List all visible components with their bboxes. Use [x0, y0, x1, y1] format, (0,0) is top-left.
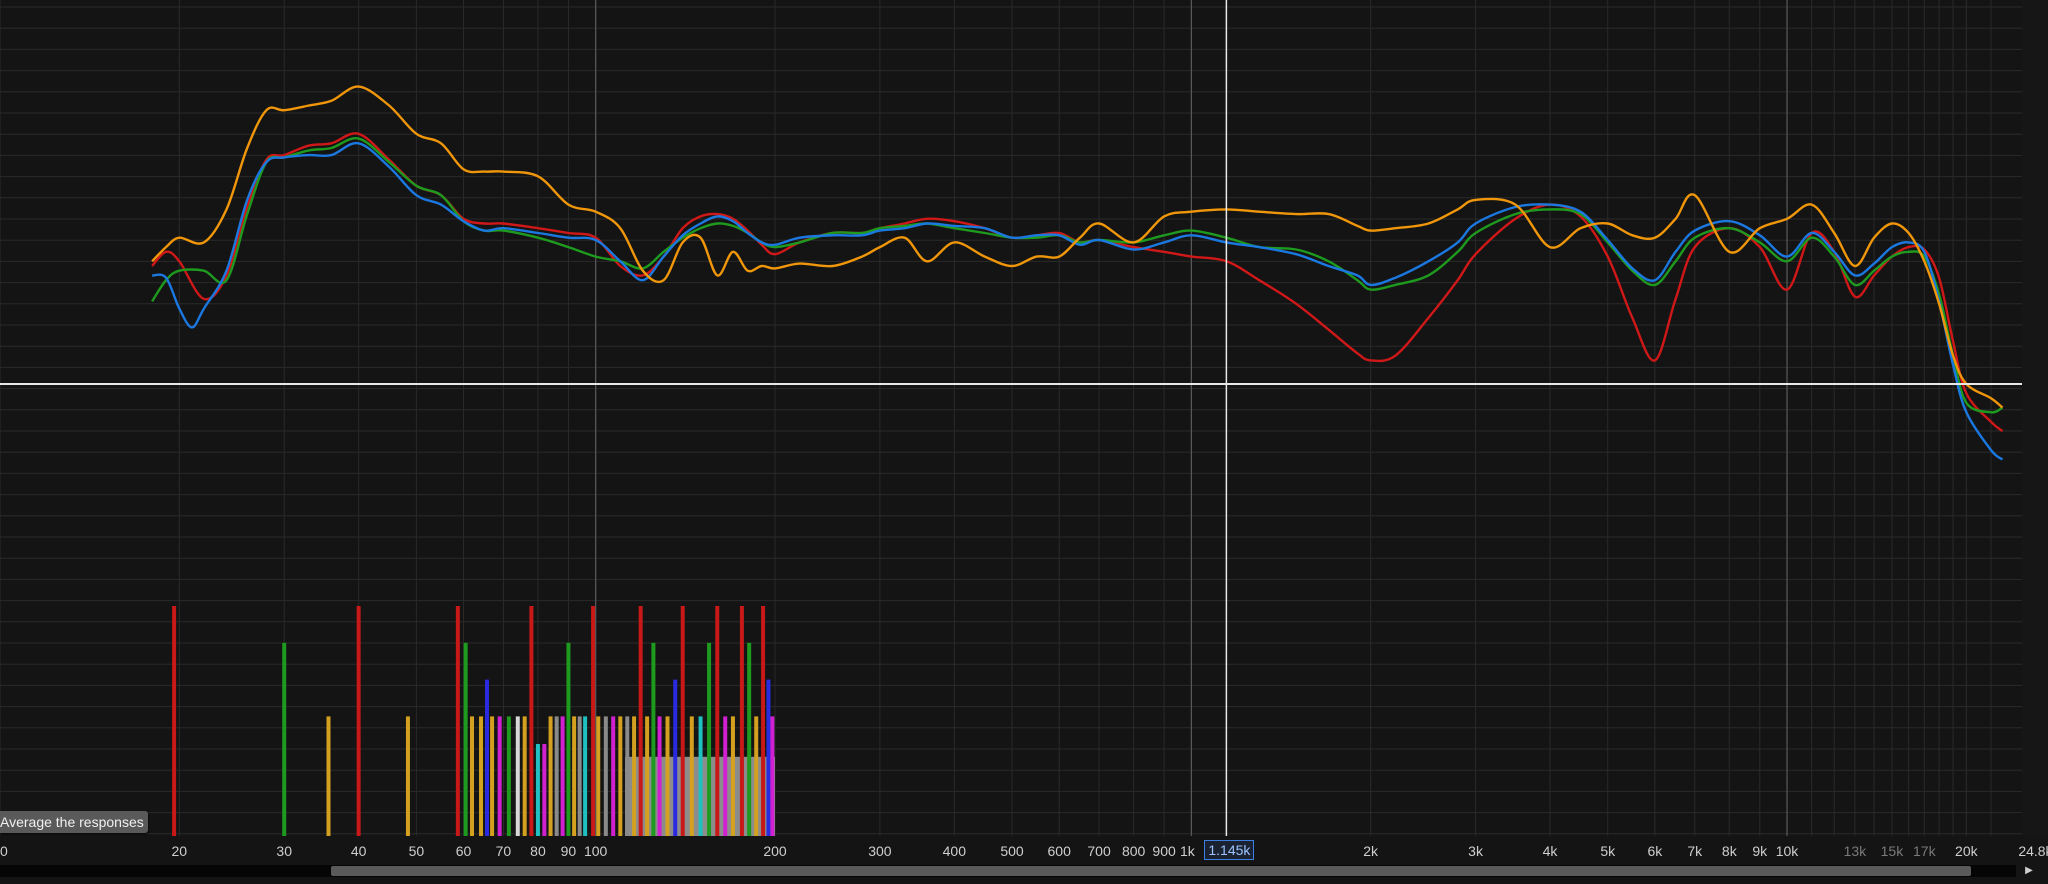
x-tick-label: 20: [172, 843, 188, 859]
x-tick-label: 7k: [1687, 843, 1703, 859]
peak-bar: [707, 642, 712, 836]
peak-bar: [591, 606, 596, 836]
x-tick-label: 17k: [1913, 843, 1937, 859]
peak-bar: [632, 716, 637, 836]
peak-bar: [282, 642, 287, 836]
peak-bar: [603, 716, 608, 836]
peak-bar: [479, 716, 484, 836]
x-tick-label: 6k: [1647, 843, 1663, 859]
cursor-frequency-label: 1.145k: [1204, 840, 1255, 860]
peak-bar: [566, 642, 571, 836]
x-tick-label: 20k: [1955, 843, 1979, 859]
average-responses-tooltip: Average the responses: [0, 811, 148, 833]
peak-bar: [577, 716, 582, 836]
peak-bar: [651, 642, 656, 836]
peak-bar: [770, 716, 775, 836]
peak-bar: [506, 716, 511, 836]
x-tick-label: 200: [763, 843, 787, 859]
peak-bar: [548, 716, 553, 836]
peak-bar: [583, 716, 588, 836]
peak-bar: [723, 716, 728, 836]
x-tick-label: 1k: [1180, 843, 1196, 859]
peak-bar: [689, 716, 694, 836]
peak-bar: [665, 716, 670, 836]
frequency-response-chart[interactable]: 10 20 30 40 50 60 70 80 90 100 200 300 400 500 600 700 8…: [0, 0, 2048, 884]
peak-bar: [356, 606, 361, 836]
x-tick-label: 700: [1087, 843, 1111, 859]
x-tick-label: 800: [1122, 843, 1146, 859]
peak-bar: [542, 744, 547, 836]
peak-bar: [761, 606, 766, 836]
x-tick-label: 2k: [1363, 843, 1379, 859]
peak-bar: [470, 716, 475, 836]
peak-bar: [625, 716, 630, 836]
x-tick-label: 90: [561, 843, 577, 859]
x-tick-label: 300: [868, 843, 892, 859]
x-tick-label: 900: [1152, 843, 1176, 859]
peak-bar: [596, 716, 601, 836]
peak-bar: [739, 606, 744, 836]
x-tick-label: 13k: [1844, 843, 1868, 859]
scrollbar-thumb[interactable]: [331, 866, 1971, 876]
x-tick-label: 60: [456, 843, 472, 859]
peak-bar: [680, 606, 685, 836]
x-tick-label: 10: [0, 843, 8, 859]
peak-bar: [485, 679, 490, 836]
x-tick-label: 10k: [1776, 843, 1800, 859]
peak-bar: [405, 716, 410, 836]
x-tick-label: 24.8kHz: [2018, 843, 2048, 859]
peak-bar: [657, 716, 662, 836]
peak-bar: [529, 606, 534, 836]
peak-bar: [572, 716, 577, 836]
peak-bar: [673, 679, 678, 836]
plot-background: [0, 0, 2048, 884]
x-tick-label: 30: [276, 843, 292, 859]
x-tick-label: 100: [584, 843, 608, 859]
x-tick-label: 500: [1000, 843, 1024, 859]
peak-bar: [490, 716, 495, 836]
scroll-right-arrow-icon[interactable]: ▶: [2016, 865, 2042, 877]
x-tick-label: 80: [530, 843, 546, 859]
peak-bar: [554, 716, 559, 836]
peak-bar: [618, 716, 623, 836]
peak-bar: [611, 716, 616, 836]
peak-bar: [522, 716, 527, 836]
peak-bar: [463, 642, 468, 836]
peak-bar: [535, 744, 540, 836]
x-tick-label: 400: [943, 843, 967, 859]
peak-bar: [497, 716, 502, 836]
peak-bar: [560, 716, 565, 836]
peak-bar: [715, 606, 720, 836]
x-tick-label: 9k: [1752, 843, 1768, 859]
x-tick-label: 70: [496, 843, 512, 859]
x-tick-label: 15k: [1881, 843, 1905, 859]
peak-bar: [645, 716, 650, 836]
peak-bar: [766, 679, 771, 836]
peak-bar: [172, 606, 177, 836]
peak-bar: [515, 716, 520, 836]
x-tick-label: 4k: [1543, 843, 1559, 859]
peak-bar: [638, 606, 643, 836]
x-tick-label: 5k: [1600, 843, 1616, 859]
peak-bar: [455, 606, 460, 836]
horizontal-scrollbar[interactable]: [0, 865, 2016, 877]
peak-bar: [730, 716, 735, 836]
right-edge-panel: [2022, 0, 2048, 836]
x-tick-label: 40: [351, 843, 367, 859]
peak-bar: [698, 716, 703, 836]
x-tick-label: 50: [409, 843, 425, 859]
x-tick-label: 8k: [1722, 843, 1738, 859]
x-tick-label: 600: [1048, 843, 1072, 859]
peak-bar: [747, 642, 752, 836]
peak-bar: [754, 716, 759, 836]
peak-bar: [326, 716, 331, 836]
x-tick-label: 3k: [1468, 843, 1484, 859]
